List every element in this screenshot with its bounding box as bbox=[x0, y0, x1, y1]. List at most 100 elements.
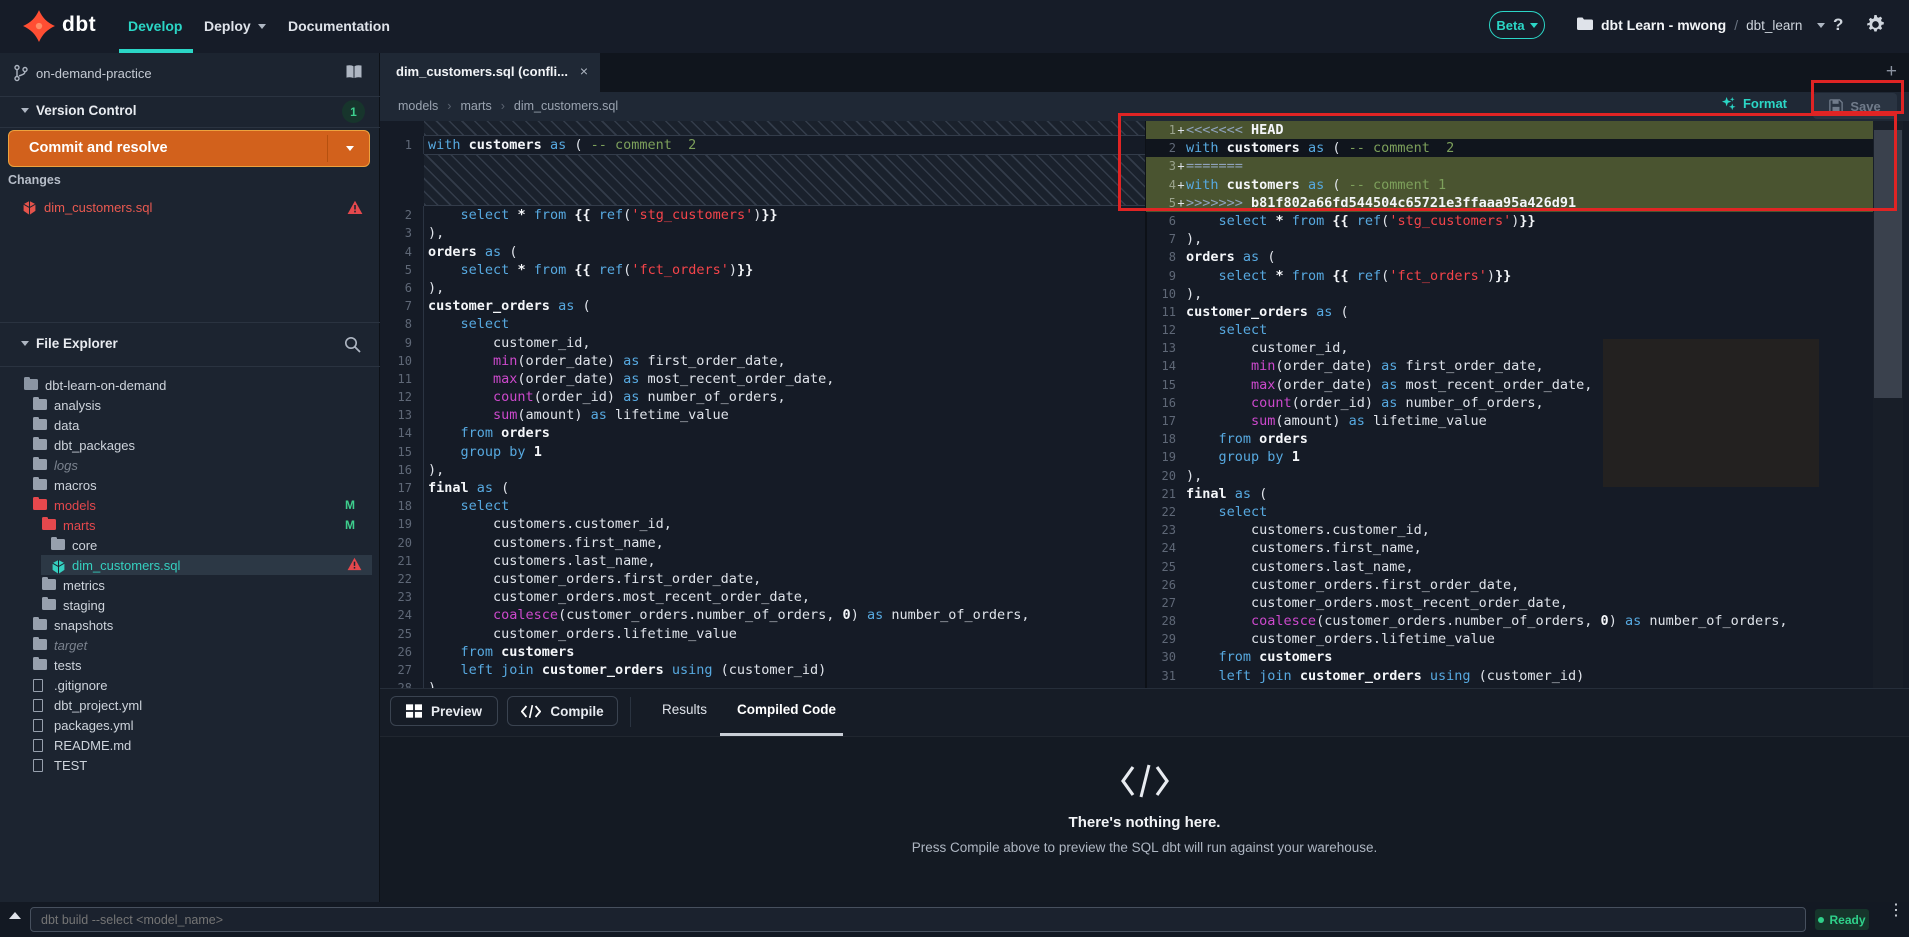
code-line-7[interactable]: 7customer_orders as ( bbox=[380, 297, 1146, 315]
code-line-24[interactable]: 24 customers.first_name, bbox=[1146, 539, 1873, 557]
crumb-file[interactable]: dim_customers.sql bbox=[514, 99, 618, 113]
code-line-19[interactable]: 19 customers.customer_id, bbox=[380, 515, 1146, 533]
code-line-7[interactable]: 7), bbox=[1146, 230, 1873, 248]
tree-item-test[interactable]: TEST bbox=[0, 755, 380, 775]
search-icon[interactable] bbox=[344, 336, 361, 358]
code-line-4[interactable]: 4+with customers as ( -- comment 1 bbox=[1146, 176, 1873, 194]
version-control-header[interactable]: Version Control 1 bbox=[0, 96, 380, 127]
tab-dim-customers[interactable]: dim_customers.sql (confli... × bbox=[380, 53, 600, 92]
tree-item-logs[interactable]: logs bbox=[0, 455, 380, 475]
scrollbar-track[interactable] bbox=[1873, 121, 1903, 688]
code-line-8[interactable]: 8orders as ( bbox=[1146, 248, 1873, 266]
commit-and-resolve-button[interactable]: Commit and resolve bbox=[8, 130, 370, 167]
code-line-21[interactable]: 21final as ( bbox=[1146, 485, 1873, 503]
save-button[interactable]: Save bbox=[1813, 93, 1897, 119]
tree-item-staging[interactable]: staging bbox=[0, 595, 380, 615]
code-line-30[interactable]: 30 from customers bbox=[1146, 648, 1873, 666]
code-line-9[interactable]: 9 customer_id, bbox=[380, 334, 1146, 352]
tree-item-analysis[interactable]: analysis bbox=[0, 395, 380, 415]
code-line-23[interactable]: 23 customers.customer_id, bbox=[1146, 521, 1873, 539]
code-line-12[interactable]: 12 select bbox=[1146, 321, 1873, 339]
beta-toggle[interactable]: Beta bbox=[1489, 11, 1545, 39]
book-icon[interactable] bbox=[344, 64, 364, 86]
code-line-28[interactable]: 28 coalesce(customer_orders.number_of_or… bbox=[1146, 612, 1873, 630]
nav-deploy[interactable]: Deploy bbox=[204, 18, 266, 34]
account-breadcrumb[interactable]: dbt Learn - mwong / dbt_learn bbox=[1577, 17, 1825, 33]
code-line-9[interactable]: 9 select * from {{ ref('fct_orders')}} bbox=[1146, 267, 1873, 285]
crumb-marts[interactable]: marts bbox=[460, 99, 491, 113]
editor-left-pane[interactable]: 1with customers as ( -- comment 2 2 sele… bbox=[380, 121, 1146, 688]
code-line-10[interactable]: 10 min(order_date) as first_order_date, bbox=[380, 352, 1146, 370]
code-line-5[interactable]: 5+>>>>>>> b81f802a66fd544504c65721e3ffaa… bbox=[1146, 194, 1873, 212]
tree-item-data[interactable]: data bbox=[0, 415, 380, 435]
code-line-31[interactable]: 31 left join customer_orders using (cust… bbox=[1146, 667, 1873, 685]
tree-item-core[interactable]: core bbox=[0, 535, 380, 555]
dbt-command-input[interactable] bbox=[30, 907, 1806, 932]
chevron-up-icon[interactable] bbox=[9, 912, 21, 919]
code-line-23[interactable]: 23 customer_orders.most_recent_order_dat… bbox=[380, 588, 1146, 606]
code-line-11[interactable]: 11 max(order_date) as most_recent_order_… bbox=[380, 370, 1146, 388]
code-line-20[interactable]: 20 customers.first_name, bbox=[380, 534, 1146, 552]
branch-selector[interactable]: on-demand-practice bbox=[0, 53, 380, 96]
code-line-2[interactable]: 2with customers as ( -- comment 2 bbox=[1146, 139, 1873, 157]
code-line-11[interactable]: 11customer_orders as ( bbox=[1146, 303, 1873, 321]
code-line-29[interactable]: 29 customer_orders.lifetime_value bbox=[1146, 630, 1873, 648]
code-line-8[interactable]: 8 select bbox=[380, 315, 1146, 333]
code-line-22[interactable]: 22 customer_orders.first_order_date, bbox=[380, 570, 1146, 588]
code-line-17[interactable]: 17final as ( bbox=[380, 479, 1146, 497]
tree-item-marts[interactable]: martsM bbox=[0, 515, 380, 535]
code-line-3[interactable]: 3), bbox=[380, 224, 1146, 242]
nav-documentation[interactable]: Documentation bbox=[288, 18, 390, 34]
tree-item-tests[interactable]: tests bbox=[0, 655, 380, 675]
scrollbar-thumb[interactable] bbox=[1874, 130, 1902, 398]
preview-button[interactable]: Preview bbox=[390, 696, 498, 726]
tab-results[interactable]: Results bbox=[662, 702, 707, 717]
changed-file-row[interactable]: dim_customers.sql bbox=[0, 197, 380, 219]
crumb-models[interactable]: models bbox=[398, 99, 438, 113]
tree-item-readme-md[interactable]: README.md bbox=[0, 735, 380, 755]
chevron-down-icon[interactable] bbox=[346, 146, 354, 151]
code-line-27[interactable]: 27 left join customer_orders using (cust… bbox=[380, 661, 1146, 679]
status-badge[interactable]: Ready bbox=[1815, 909, 1869, 930]
code-line-5[interactable]: 5 select * from {{ ref('fct_orders')}} bbox=[380, 261, 1146, 279]
code-line-25[interactable]: 25 customers.last_name, bbox=[1146, 558, 1873, 576]
code-line-16[interactable]: 16), bbox=[380, 461, 1146, 479]
code-line-6[interactable]: 6 select * from {{ ref('stg_customers')}… bbox=[1146, 212, 1873, 230]
tree-item-models[interactable]: modelsM bbox=[0, 495, 380, 515]
dbt-logo-icon[interactable] bbox=[22, 9, 56, 48]
code-line-27[interactable]: 27 customer_orders.most_recent_order_dat… bbox=[1146, 594, 1873, 612]
code-line-12[interactable]: 12 count(order_id) as number_of_orders, bbox=[380, 388, 1146, 406]
tree-item-metrics[interactable]: metrics bbox=[0, 575, 380, 595]
code-line-28[interactable]: 28) bbox=[380, 679, 1146, 688]
tree-item-dbt-project-yml[interactable]: dbt_project.yml bbox=[0, 695, 380, 715]
tree-item-dim-customers-sql[interactable]: dim_customers.sql bbox=[0, 555, 380, 575]
code-line-4[interactable]: 4orders as ( bbox=[380, 243, 1146, 261]
tree-item-snapshots[interactable]: snapshots bbox=[0, 615, 380, 635]
code-line-10[interactable]: 10), bbox=[1146, 285, 1873, 303]
format-button[interactable]: Format bbox=[1721, 96, 1787, 111]
new-tab-icon[interactable]: + bbox=[1886, 61, 1897, 83]
code-line-1[interactable]: 1with customers as ( -- comment 2 bbox=[380, 136, 1146, 154]
tree-item-dbt-learn-on-demand[interactable]: dbt-learn-on-demand bbox=[0, 375, 380, 395]
code-line-15[interactable]: 15 group by 1 bbox=[380, 443, 1146, 461]
code-line-22[interactable]: 22 select bbox=[1146, 503, 1873, 521]
tree-item-macros[interactable]: macros bbox=[0, 475, 380, 495]
tree-item-packages-yml[interactable]: packages.yml bbox=[0, 715, 380, 735]
compile-button[interactable]: Compile bbox=[507, 696, 618, 726]
kebab-menu-icon[interactable]: ⋮ bbox=[1888, 907, 1904, 915]
code-line-13[interactable]: 13 sum(amount) as lifetime_value bbox=[380, 406, 1146, 424]
tree-item-dbt-packages[interactable]: dbt_packages bbox=[0, 435, 380, 455]
code-line-3[interactable]: 3+======= bbox=[1146, 157, 1873, 175]
code-line-26[interactable]: 26 from customers bbox=[380, 643, 1146, 661]
code-line-1[interactable]: 1+<<<<<<< HEAD bbox=[1146, 121, 1873, 139]
close-icon[interactable]: × bbox=[580, 63, 588, 79]
code-line-14[interactable]: 14 from orders bbox=[380, 424, 1146, 442]
code-line-2[interactable]: 2 select * from {{ ref('stg_customers')}… bbox=[380, 206, 1146, 224]
tree-item--gitignore[interactable]: .gitignore bbox=[0, 675, 380, 695]
code-line-21[interactable]: 21 customers.last_name, bbox=[380, 552, 1146, 570]
gear-icon[interactable] bbox=[1866, 15, 1885, 39]
help-icon[interactable]: ? bbox=[1833, 15, 1843, 35]
code-line-26[interactable]: 26 customer_orders.first_order_date, bbox=[1146, 576, 1873, 594]
code-line-6[interactable]: 6), bbox=[380, 279, 1146, 297]
code-line-24[interactable]: 24 coalesce(customer_orders.number_of_or… bbox=[380, 606, 1146, 624]
